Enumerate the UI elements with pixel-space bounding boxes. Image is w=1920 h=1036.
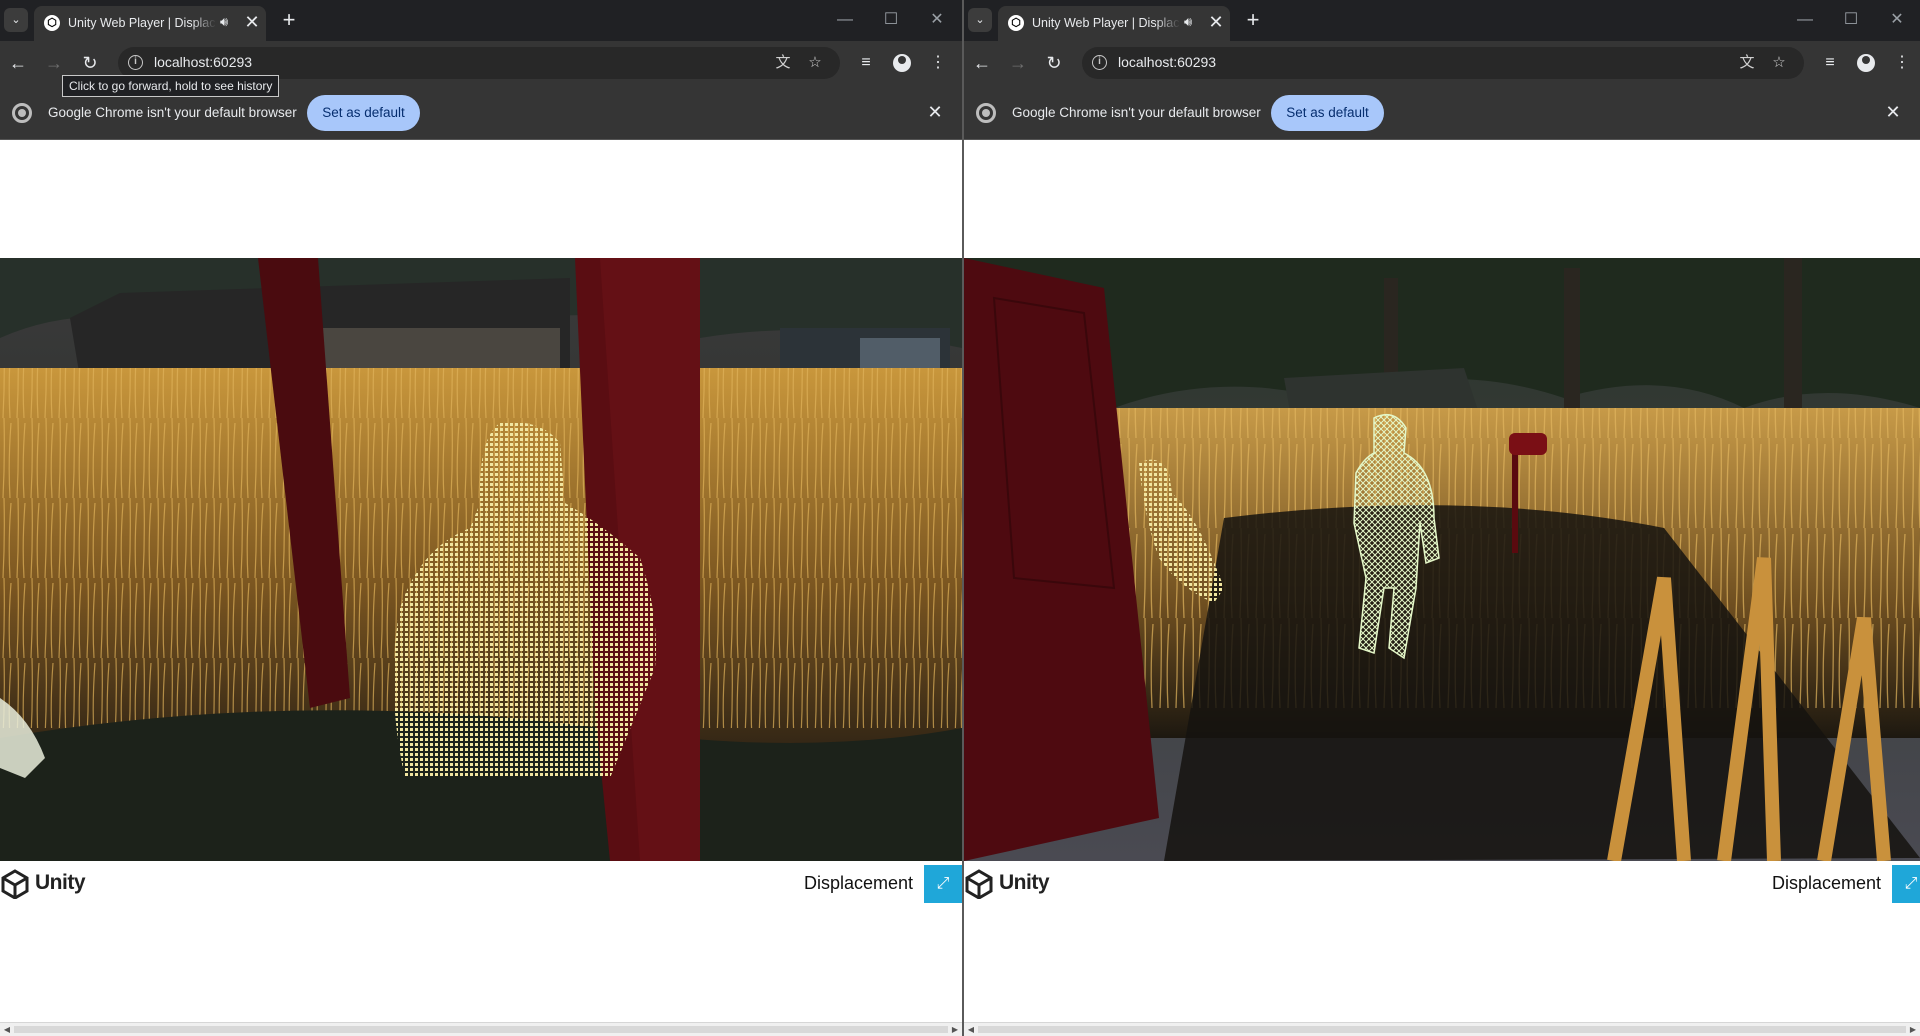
scroll-left-icon[interactable]: ◀ xyxy=(0,1023,14,1036)
unity-logo-icon xyxy=(965,869,993,899)
unity-build-title: Displacement xyxy=(1772,873,1882,893)
minimize-button[interactable]: — xyxy=(830,8,860,32)
tab-close-icon[interactable]: ✕ xyxy=(1206,12,1226,32)
scene-render-left xyxy=(0,258,962,861)
reload-icon[interactable]: ↻ xyxy=(76,49,104,77)
tab-strip: ⌄ ⬡ Unity Web Player | Displacement 🔊︎ ✕… xyxy=(964,0,1920,41)
new-tab-button[interactable]: + xyxy=(1240,7,1266,33)
horizontal-scrollbar[interactable]: ◀ ▶ xyxy=(0,1022,962,1036)
unity-game-canvas[interactable] xyxy=(964,258,1920,861)
translate-icon[interactable]: 文 xyxy=(1736,52,1758,74)
browser-window-left: ⌄ ⬡ Unity Web Player | Displacement 🔊︎ ✕… xyxy=(0,0,962,1036)
tab-unity-web-player[interactable]: ⬡ Unity Web Player | Displacement 🔊︎ ✕ xyxy=(34,6,266,41)
forward-tooltip: Click to go forward, hold to see history xyxy=(62,75,280,97)
scroll-left-icon[interactable]: ◀ xyxy=(964,1023,978,1036)
unity-footer: Unity Displacement ⤢ xyxy=(964,861,1920,907)
speaker-icon[interactable]: 🔊︎ xyxy=(220,14,228,30)
more-menu-icon[interactable]: ⋮ xyxy=(1888,49,1916,77)
page-viewport: Unity Displacement ⤢ ◀ ▶ xyxy=(964,141,1920,1036)
scrollbar-thumb[interactable] xyxy=(14,1026,948,1033)
default-browser-infobar: Google Chrome isn't your default browser… xyxy=(964,85,1920,140)
unity-logo-icon xyxy=(1,869,29,899)
media-controls-icon[interactable]: ≡ xyxy=(1816,49,1844,77)
close-window-button[interactable]: ✕ xyxy=(922,8,952,32)
profile-avatar-icon[interactable] xyxy=(893,54,911,72)
translate-icon[interactable]: 文 xyxy=(772,52,794,74)
unity-logo-text: Unity xyxy=(999,871,1050,894)
tab-title: Unity Web Player | Displacement xyxy=(68,16,216,30)
fullscreen-button[interactable]: ⤢ xyxy=(924,865,962,903)
browser-window-right: ⌄ ⬡ Unity Web Player | Displacement 🔊︎ ✕… xyxy=(964,0,1920,1036)
close-window-button[interactable]: ✕ xyxy=(1882,8,1912,32)
tab-strip: ⌄ ⬡ Unity Web Player | Displacement 🔊︎ ✕… xyxy=(0,0,962,41)
back-arrow-icon[interactable]: ← xyxy=(968,49,996,77)
minimize-button[interactable]: — xyxy=(1790,8,1820,32)
unity-footer: Unity Displacement ⤢ xyxy=(0,861,962,907)
unity-game-canvas[interactable] xyxy=(0,258,962,861)
back-arrow-icon[interactable]: ← xyxy=(4,49,32,77)
maximize-button[interactable]: ☐ xyxy=(876,8,906,32)
chrome-logo-icon xyxy=(12,103,32,123)
url-text[interactable]: localhost:60293 xyxy=(154,54,252,70)
set-as-default-button[interactable]: Set as default xyxy=(1271,95,1384,131)
media-controls-icon[interactable]: ≡ xyxy=(852,49,880,77)
forward-arrow-icon[interactable]: → xyxy=(1004,49,1032,77)
tab-unity-web-player[interactable]: ⬡ Unity Web Player | Displacement 🔊︎ ✕ xyxy=(998,6,1230,41)
set-as-default-button[interactable]: Set as default xyxy=(307,95,420,131)
site-info-icon[interactable]: i xyxy=(1092,55,1107,70)
page-viewport: Unity Displacement ⤢ ◀ ▶ xyxy=(0,141,962,1036)
bookmark-star-icon[interactable]: ☆ xyxy=(804,52,826,74)
tab-close-icon[interactable]: ✕ xyxy=(242,12,262,32)
site-info-icon[interactable]: i xyxy=(128,55,143,70)
bookmark-star-icon[interactable]: ☆ xyxy=(1768,52,1790,74)
more-menu-icon[interactable]: ⋮ xyxy=(924,49,952,77)
fullscreen-button[interactable]: ⤢ xyxy=(1892,865,1920,903)
profile-avatar-icon[interactable] xyxy=(1857,54,1875,72)
scene-render-right xyxy=(964,258,1920,861)
infobar-message: Google Chrome isn't your default browser xyxy=(48,105,297,120)
tab-search-menu-icon[interactable]: ⌄ xyxy=(4,8,28,32)
scroll-right-icon[interactable]: ▶ xyxy=(948,1023,962,1036)
browser-toolbar: ← → ↻ i localhost:60293 文 ☆ ≡ ⋮ xyxy=(964,41,1920,85)
infobar-close-icon[interactable]: ✕ xyxy=(1882,101,1904,123)
infobar-message: Google Chrome isn't your default browser xyxy=(1012,105,1261,120)
unity-logo-text: Unity xyxy=(35,871,86,894)
forward-arrow-icon[interactable]: → xyxy=(40,49,68,77)
scrollbar-thumb[interactable] xyxy=(978,1026,1906,1033)
maximize-button[interactable]: ☐ xyxy=(1836,8,1866,32)
speaker-icon[interactable]: 🔊︎ xyxy=(1184,14,1192,30)
url-text[interactable]: localhost:60293 xyxy=(1118,54,1216,70)
tab-search-menu-icon[interactable]: ⌄ xyxy=(968,8,992,32)
horizontal-scrollbar[interactable]: ◀ ▶ xyxy=(964,1022,1920,1036)
unity-favicon-icon: ⬡ xyxy=(44,15,60,31)
scroll-right-icon[interactable]: ▶ xyxy=(1906,1023,1920,1036)
tab-title: Unity Web Player | Displacement xyxy=(1032,16,1180,30)
chrome-logo-icon xyxy=(976,103,996,123)
unity-build-title: Displacement xyxy=(804,873,914,893)
reload-icon[interactable]: ↻ xyxy=(1040,49,1068,77)
new-tab-button[interactable]: + xyxy=(276,7,302,33)
infobar-close-icon[interactable]: ✕ xyxy=(924,101,946,123)
unity-favicon-icon: ⬡ xyxy=(1008,15,1024,31)
address-bar[interactable]: i localhost:60293 文 ☆ xyxy=(1082,47,1804,79)
